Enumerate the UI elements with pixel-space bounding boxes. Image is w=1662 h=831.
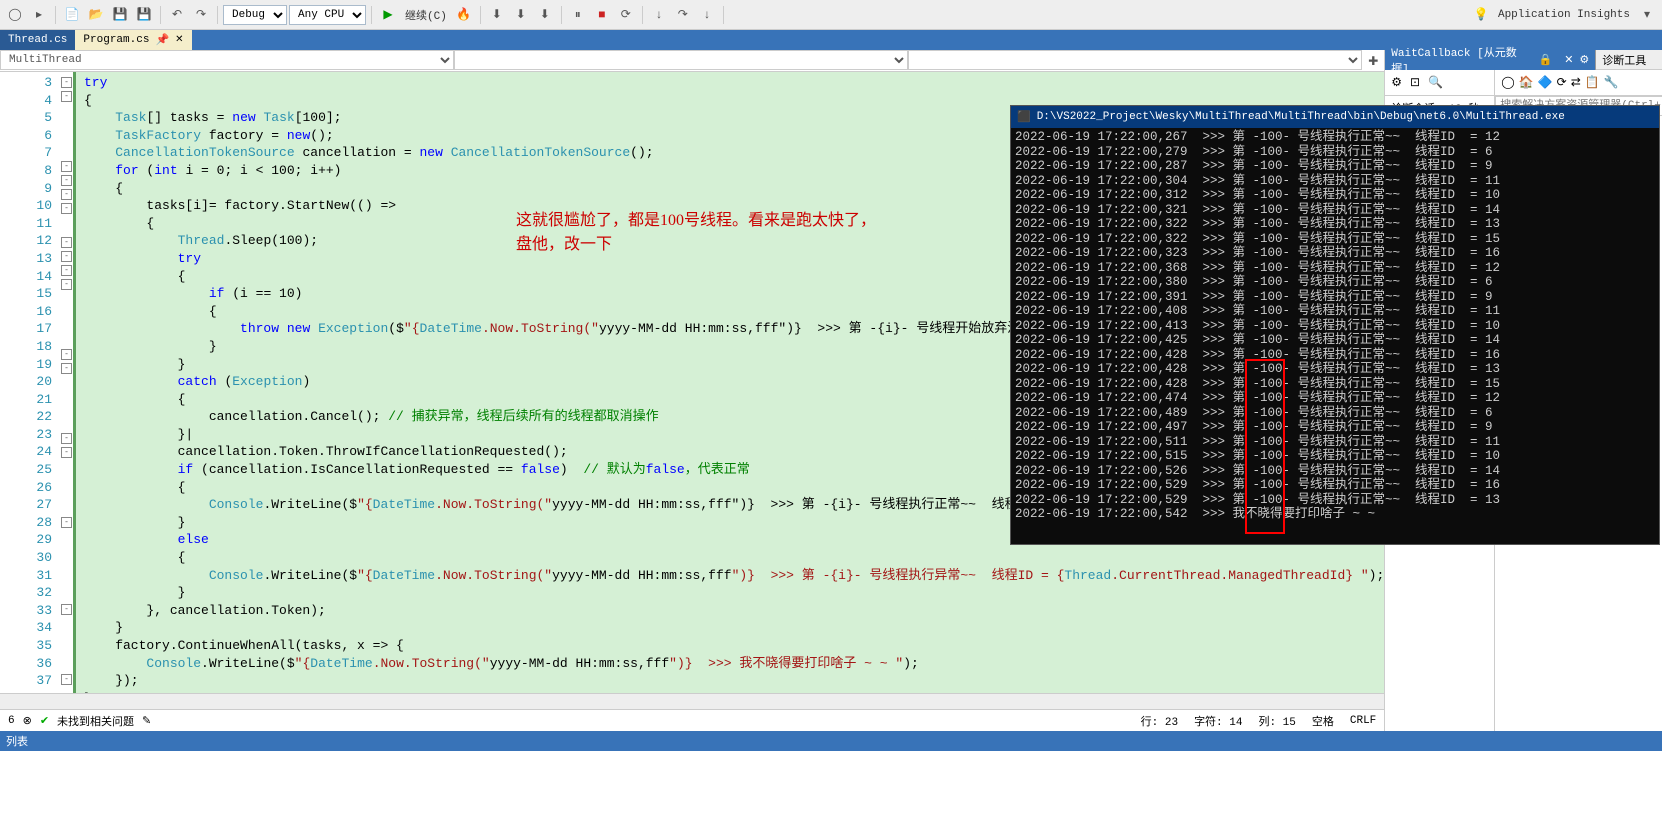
console-titlebar[interactable]: ⬛ D:\VS2022_Project\Wesky\MultiThread\Mu… [1011,106,1659,128]
tab-thread[interactable]: Thread.cs [0,30,75,50]
undo-icon[interactable]: ↶ [166,4,188,26]
gear-icon[interactable]: ⚙ [1579,53,1589,67]
tab-label: Thread.cs [8,34,67,46]
bottom-label: 列表 [6,737,28,749]
continue-label[interactable]: 继续(C) [401,7,451,23]
brush-icon[interactable]: ✎ [142,714,151,728]
continue-icon[interactable]: ▶ [377,4,399,26]
step-into-icon[interactable]: ⬇ [510,4,532,26]
tab-label: Program.cs [83,34,149,46]
save-icon[interactable]: 💾 [109,4,131,26]
tab-program[interactable]: Program.cs 📌 ✕ [75,30,191,50]
fold-margin[interactable]: ----------------- [60,72,76,693]
home-icon[interactable]: 🏠 [1519,75,1534,90]
properties-icon[interactable]: 🔧 [1604,75,1619,90]
ok-icon: ✔ [40,714,49,728]
crlf-indicator: CRLF [1350,715,1376,727]
zoom-icon[interactable]: 🔍 [1428,75,1443,90]
stop-icon[interactable]: ■ [591,4,613,26]
horizontal-scrollbar[interactable] [0,693,1384,709]
pin-icon[interactable]: 📌 [155,33,169,47]
console-icon: ⬛ [1017,110,1031,124]
annotation-text: 这就很尴尬了，都是100号线程。看来是跑太快了， 盘他，改一下 [516,209,876,257]
back-icon[interactable]: ◯ [1501,75,1514,90]
step-out-icon[interactable]: ↓ [648,4,670,26]
main-toolbar: ◯ ▸ 📄 📂 💾 💾 ↶ ↷ Debug Any CPU ▶ 继续(C) 🔥 … [0,0,1662,30]
hot-reload-icon[interactable]: 🔥 [453,4,475,26]
diagnostics-toolbar: ⚙ ⊡ 🔍 [1385,70,1494,96]
panel-title: 诊断工具 [1602,52,1646,68]
pause-icon[interactable]: ⏸ [567,4,589,26]
wait-callback-tab[interactable]: WaitCallback [从元数据] 🔒 ✕ ⚙ [1385,50,1595,70]
nav-fwd-icon[interactable]: ▸ [28,4,50,26]
char-indicator: 字符: 14 [1194,713,1242,729]
lock-icon: 🔒 [1538,53,1552,67]
line-indicator: 行: 23 [1141,713,1178,729]
console-window[interactable]: ⬛ D:\VS2022_Project\Wesky\MultiThread\Mu… [1010,105,1660,545]
new-file-icon[interactable]: 📄 [61,4,83,26]
line-numbers: 3456789101112131415161718192021222324252… [0,72,60,693]
open-icon[interactable]: 📂 [85,4,107,26]
highlight-box [1245,359,1285,534]
space-indicator: 空格 [1312,713,1334,729]
split-icon[interactable]: ✚ [1362,50,1384,72]
close-icon[interactable]: ✕ [175,34,183,46]
bottom-bar[interactable]: 列表 [0,731,1662,751]
refresh-icon[interactable]: ⟳ [1557,75,1567,90]
step-icon[interactable]: ⬇ [486,4,508,26]
dropdown-icon[interactable]: ▾ [1636,4,1658,26]
show-all-icon[interactable]: 📋 [1585,75,1600,90]
namespace-combo[interactable]: MultiThread [0,50,454,70]
error-icon[interactable]: ⊗ [23,714,32,728]
step-over-icon[interactable]: ⬇ [534,4,556,26]
no-issues-label: 未找到相关问题 [57,713,134,729]
nav-back-icon[interactable]: ◯ [4,4,26,26]
member-combo[interactable] [908,50,1362,70]
diagnostics-header: 诊断工具 📌 ✕ [1596,50,1662,70]
config-combo[interactable]: Debug [223,5,287,25]
col-indicator: 列: 15 [1258,713,1295,729]
step-over2-icon[interactable]: ↷ [672,4,694,26]
console-output: 2022-06-19 17:22:00,267 >>> 第 -100- 号线程执… [1011,128,1659,524]
left-indicator: 6 [8,715,15,727]
class-combo[interactable] [454,50,908,70]
platform-combo[interactable]: Any CPU [289,5,366,25]
app-insights-icon[interactable]: 💡 [1470,4,1492,26]
gear-icon[interactable]: ⚙ [1391,75,1402,90]
step-into2-icon[interactable]: ↓ [696,4,718,26]
expand-icon[interactable]: ⊡ [1410,75,1420,90]
sync-icon[interactable]: ⇄ [1571,75,1581,90]
vs-icon[interactable]: 🔷 [1538,75,1553,90]
redo-icon[interactable]: ↷ [190,4,212,26]
solution-toolbar: ◯ 🏠 🔷 ⟳ ⇄ 📋 🔧 [1495,70,1662,96]
restart-icon[interactable]: ⟳ [615,4,637,26]
save-all-icon[interactable]: 💾 [133,4,155,26]
console-title: D:\VS2022_Project\Wesky\MultiThread\Mult… [1037,111,1565,123]
status-bar: 6 ⊗ ✔ 未找到相关问题 ✎ 行: 23 字符: 14 列: 15 空格 CR… [0,709,1384,731]
close-icon[interactable]: ✕ [1564,53,1573,67]
app-insights-label[interactable]: Application Insights [1494,9,1634,21]
